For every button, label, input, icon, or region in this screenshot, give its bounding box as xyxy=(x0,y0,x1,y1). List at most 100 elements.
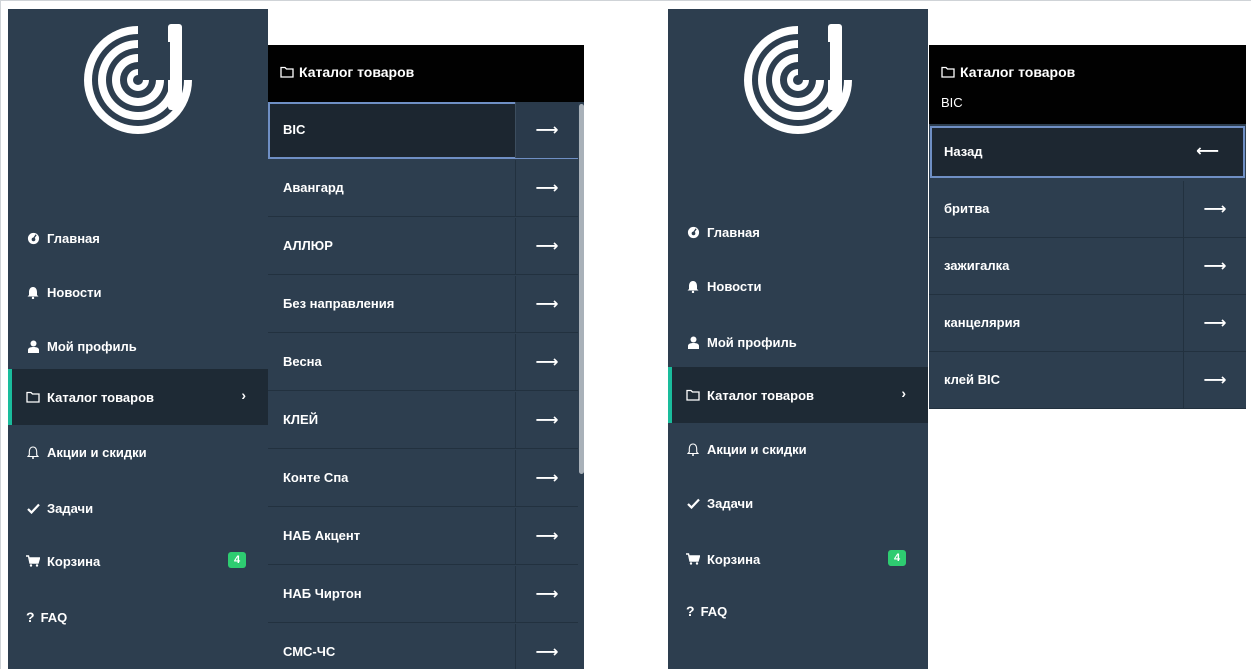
nav-item-news[interactable]: Новости xyxy=(668,258,928,314)
nav-label: Мой профиль xyxy=(47,338,137,354)
arrow-right-icon[interactable]: ⟶ xyxy=(515,276,578,332)
question-icon: ? xyxy=(686,603,695,619)
catalog-item-label: Без направления xyxy=(283,296,395,311)
arrow-right-icon[interactable]: ⟶ xyxy=(1183,238,1246,294)
back-button[interactable]: Назад ⟵ xyxy=(930,126,1245,178)
arrow-right-icon[interactable]: ⟶ xyxy=(515,566,578,622)
nav-item-cart[interactable]: Корзина 4 xyxy=(668,531,928,587)
cart-icon xyxy=(26,554,40,568)
company-logo xyxy=(84,22,196,134)
chevron-right-icon: › xyxy=(901,385,906,401)
catalog-breadcrumb: BIC xyxy=(941,95,963,110)
nav-label: Корзина xyxy=(707,551,761,567)
catalog-item-label: АЛЛЮР xyxy=(283,238,333,253)
nav-item-profile[interactable]: Мой профиль xyxy=(668,314,928,370)
arrow-right-icon[interactable]: ⟶ xyxy=(515,334,578,390)
scrollbar-thumb[interactable] xyxy=(579,104,584,474)
nav-item-tasks[interactable]: Задачи xyxy=(8,480,268,536)
catalog-scrollbar[interactable] xyxy=(578,102,584,669)
frame-border-top xyxy=(0,0,1251,1)
arrow-right-icon[interactable]: ⟶ xyxy=(1183,181,1246,237)
nav-label: FAQ xyxy=(40,609,68,625)
catalog-item-label: КЛЕЙ xyxy=(283,412,319,427)
nav-item-news[interactable]: Новости xyxy=(8,264,268,320)
catalog-item[interactable]: НАБ Чиртон ⟶ xyxy=(268,566,578,623)
catalog-title-text: Каталог товаров xyxy=(299,64,415,80)
catalog-item-label: Весна xyxy=(283,354,322,369)
user-icon xyxy=(26,339,40,353)
dashboard-icon xyxy=(686,225,700,239)
catalog-item-label: Конте Спа xyxy=(283,470,349,485)
catalog-item[interactable]: Авангард ⟶ xyxy=(268,160,578,217)
catalog-header: Каталог товаров xyxy=(268,45,584,102)
nav-label: Главная xyxy=(47,230,100,246)
catalog-item[interactable]: СМС-ЧС ⟶ xyxy=(268,624,578,669)
folder-icon xyxy=(941,66,955,78)
catalog-panel-left: Каталог товаров BIC ⟶ Авангард ⟶ АЛЛЮР ⟶… xyxy=(268,45,584,669)
catalog-item[interactable]: клей BIC ⟶ xyxy=(929,352,1246,409)
catalog-item-label: клей BIC xyxy=(944,372,1000,387)
cart-count-badge: 4 xyxy=(888,550,906,566)
catalog-item-label: СМС-ЧС xyxy=(283,644,336,659)
folder-icon xyxy=(280,66,294,78)
nav-label: Акции и скидки xyxy=(707,441,807,457)
nav-item-promotions[interactable]: Акции и скидки xyxy=(668,421,928,477)
chevron-right-icon: › xyxy=(241,387,246,403)
nav-label: Задачи xyxy=(707,495,754,511)
catalog-item[interactable]: НАБ Акцент ⟶ xyxy=(268,508,578,565)
folder-icon xyxy=(26,390,40,404)
back-label: Назад xyxy=(944,144,983,159)
catalog-item[interactable]: зажигалка ⟶ xyxy=(929,238,1246,295)
arrow-right-icon[interactable]: ⟶ xyxy=(515,392,578,448)
arrow-right-icon[interactable]: ⟶ xyxy=(1183,352,1246,408)
arrow-right-icon[interactable]: ⟶ xyxy=(515,624,578,669)
bell-outline-icon xyxy=(686,442,700,456)
nav-item-tasks[interactable]: Задачи xyxy=(668,475,928,531)
catalog-item[interactable]: АЛЛЮР ⟶ xyxy=(268,218,578,275)
question-icon: ? xyxy=(26,609,35,625)
arrow-right-icon[interactable]: ⟶ xyxy=(515,160,578,216)
bell-outline-icon xyxy=(26,445,40,459)
dashboard-icon xyxy=(26,231,40,245)
user-icon xyxy=(686,335,700,349)
nav-label: Мой профиль xyxy=(707,334,797,350)
nav-item-catalog[interactable]: Каталог товаров › xyxy=(668,367,928,423)
folder-icon xyxy=(686,388,700,402)
catalog-item[interactable]: Весна ⟶ xyxy=(268,334,578,391)
catalog-item[interactable]: канцелярия ⟶ xyxy=(929,295,1246,352)
arrow-right-icon[interactable]: ⟶ xyxy=(1183,295,1246,351)
arrow-right-icon[interactable]: ⟶ xyxy=(515,102,578,158)
frame-border-left xyxy=(0,0,1,669)
check-icon xyxy=(26,501,40,515)
catalog-item-bic[interactable]: BIC ⟶ xyxy=(268,102,578,159)
nav-item-faq[interactable]: ? FAQ xyxy=(668,583,928,639)
catalog-item[interactable]: Конте Спа ⟶ xyxy=(268,450,578,507)
nav-label: FAQ xyxy=(700,603,728,619)
arrow-right-icon[interactable]: ⟶ xyxy=(515,218,578,274)
catalog-item[interactable]: КЛЕЙ ⟶ xyxy=(268,392,578,449)
nav-item-home[interactable]: Главная xyxy=(668,204,928,260)
catalog-item[interactable]: бритва ⟶ xyxy=(929,181,1246,238)
catalog-title-text: Каталог товаров xyxy=(960,64,1076,80)
catalog-title: Каталог товаров xyxy=(941,64,1075,80)
arrow-right-icon[interactable]: ⟶ xyxy=(515,508,578,564)
nav-item-catalog[interactable]: Каталог товаров › xyxy=(8,369,268,425)
nav-item-cart[interactable]: Корзина 4 xyxy=(8,533,268,589)
nav-label: Задачи xyxy=(47,500,94,516)
bell-filled-icon xyxy=(26,285,40,299)
nav-item-profile[interactable]: Мой профиль xyxy=(8,318,268,374)
nav-item-home[interactable]: Главная xyxy=(8,210,268,266)
catalog-item-label: канцелярия xyxy=(944,315,1021,330)
bell-filled-icon xyxy=(686,279,700,293)
nav-item-promotions[interactable]: Акции и скидки xyxy=(8,424,268,480)
arrow-right-icon[interactable]: ⟶ xyxy=(515,450,578,506)
catalog-item[interactable]: Без направления ⟶ xyxy=(268,276,578,333)
arrow-left-icon: ⟵ xyxy=(1196,143,1219,160)
nav-label: Новости xyxy=(707,278,762,294)
nav-label: Каталог товаров xyxy=(707,387,815,403)
nav-item-faq[interactable]: ? FAQ xyxy=(8,589,268,645)
catalog-item-label: бритва xyxy=(944,201,990,216)
nav-label: Акции и скидки xyxy=(47,444,147,460)
company-logo xyxy=(744,22,856,134)
catalog-title: Каталог товаров xyxy=(280,64,414,80)
